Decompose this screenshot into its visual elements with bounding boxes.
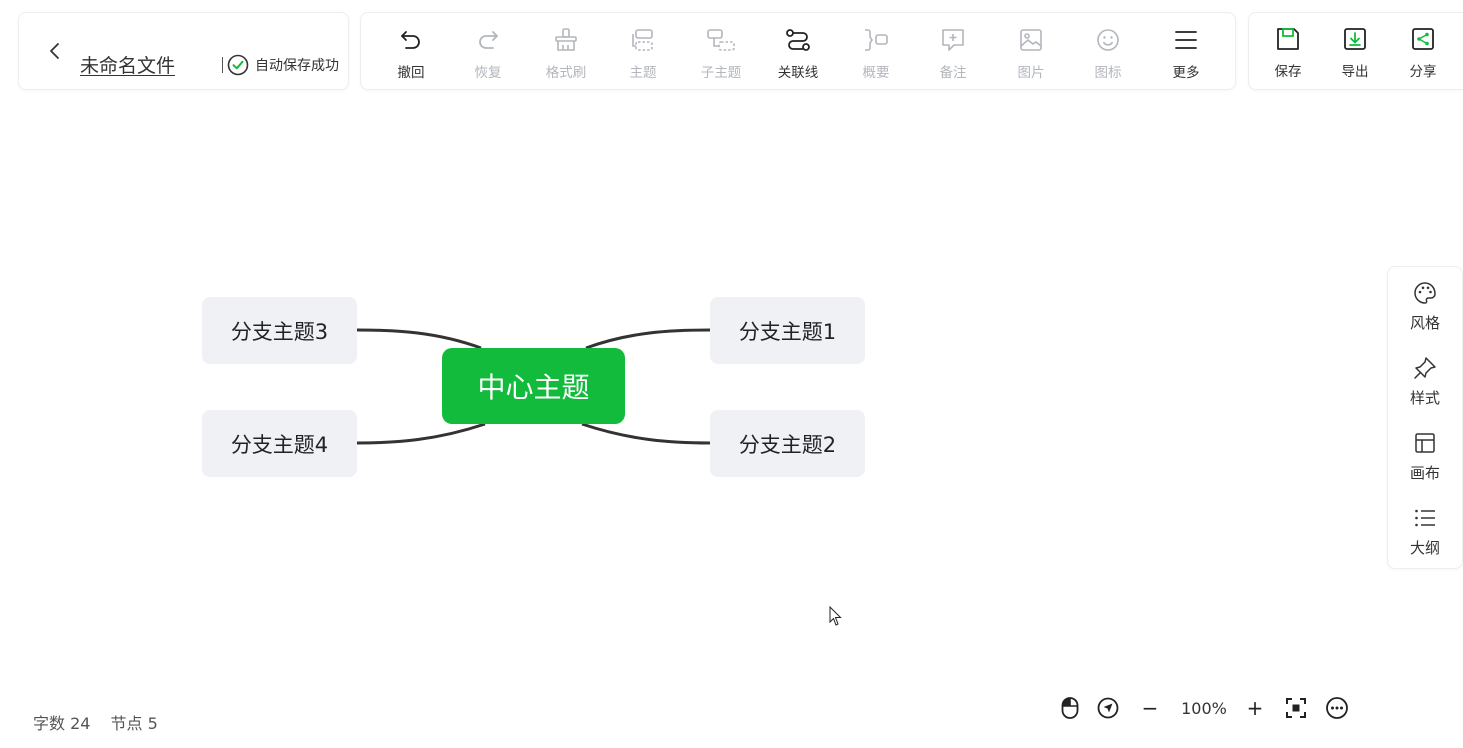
zoom-level-value: 100% xyxy=(1181,698,1227,718)
mouse-cursor-icon xyxy=(829,606,842,626)
mouse-icon xyxy=(1061,697,1079,719)
fit-screen-icon xyxy=(1286,698,1306,718)
share-button[interactable]: 分享 xyxy=(1393,13,1453,89)
word-count-value: 24 xyxy=(70,714,91,733)
node-count-label: 节点 xyxy=(110,714,143,733)
mindmap-connectors xyxy=(356,328,711,445)
document-stats: 字数 24 节点 5 xyxy=(33,710,158,734)
share-label: 分享 xyxy=(1409,64,1437,80)
zoom-level[interactable]: 100% xyxy=(1174,694,1234,722)
branch-topic-node[interactable]: 分支主题4 xyxy=(202,410,357,477)
zoom-in-icon: + xyxy=(1246,696,1264,720)
locate-icon xyxy=(1097,697,1119,719)
branch-topic-node[interactable]: 分支主题3 xyxy=(202,297,357,364)
side-item-label: 大纲 xyxy=(1409,539,1440,557)
side-item-style-theme[interactable]: 风格 xyxy=(1388,267,1462,337)
style-pin-icon xyxy=(1414,357,1436,379)
zoom-in-button[interactable]: + xyxy=(1245,694,1265,722)
side-item-canvas[interactable]: 画布 xyxy=(1388,417,1462,487)
word-count-label: 字数 xyxy=(33,714,66,733)
connector-branch-4 xyxy=(356,422,486,445)
side-item-label: 样式 xyxy=(1409,389,1440,407)
more-horizontal-icon xyxy=(1326,697,1348,719)
more-options-button[interactable] xyxy=(1325,694,1349,722)
central-topic-node[interactable]: 中心主题 xyxy=(442,348,625,424)
zoom-out-icon: − xyxy=(1141,696,1159,720)
zoom-out-button[interactable]: − xyxy=(1140,694,1160,722)
branch-topic-node[interactable]: 分支主题1 xyxy=(710,297,865,364)
locate-button[interactable] xyxy=(1096,694,1120,722)
connector-branch-1 xyxy=(585,328,711,350)
side-item-style[interactable]: 样式 xyxy=(1388,342,1462,412)
side-item-label: 风格 xyxy=(1409,314,1440,332)
palette-icon xyxy=(1414,282,1436,304)
fit-screen-button[interactable] xyxy=(1284,694,1308,722)
mouse-mode-button[interactable] xyxy=(1058,694,1082,722)
side-panel: 风格 样式 画布 大纲 xyxy=(1387,266,1463,569)
word-count: 字数 24 xyxy=(33,710,90,734)
side-item-outline[interactable]: 大纲 xyxy=(1388,492,1462,562)
layout-icon xyxy=(1415,433,1435,453)
node-count: 节点 5 xyxy=(110,710,157,734)
zoom-controls: − 100% + xyxy=(1056,694,1356,722)
connector-branch-3 xyxy=(356,328,482,350)
branch-topic-node[interactable]: 分支主题2 xyxy=(710,410,865,477)
outline-list-icon xyxy=(1415,509,1435,527)
side-item-label: 画布 xyxy=(1409,464,1440,482)
connector-branch-2 xyxy=(581,422,711,445)
share-icon xyxy=(1412,28,1434,50)
node-count-value: 5 xyxy=(147,714,158,733)
